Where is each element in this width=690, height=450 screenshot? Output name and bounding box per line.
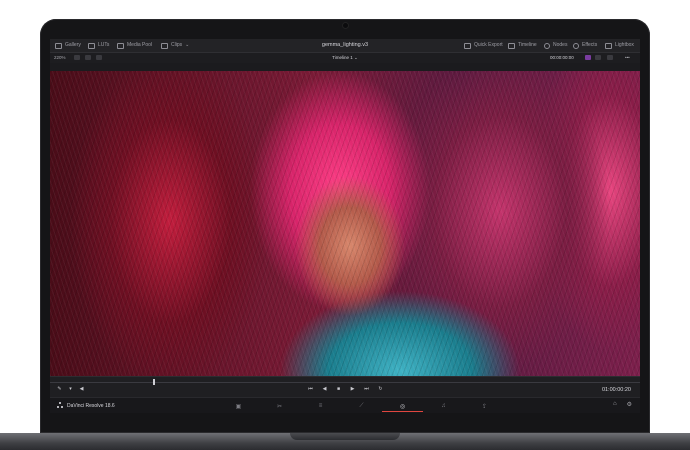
nodes-label: Nodes — [553, 42, 568, 48]
clips-label: Clips — [171, 42, 183, 48]
play-button[interactable]: ▶ — [350, 387, 355, 392]
effects-button[interactable]: Effects — [573, 39, 597, 52]
clips-icon — [161, 42, 168, 49]
gallery-label: Gallery — [65, 42, 81, 48]
fairlight-page-icon: ♫ — [441, 403, 446, 409]
media-pool-icon — [117, 42, 124, 49]
luts-icon — [88, 42, 95, 49]
video-viewer[interactable] — [50, 71, 640, 376]
fairlight-page-tab[interactable]: ♫ — [423, 401, 464, 411]
lightbox-icon — [605, 42, 612, 49]
step-back-button[interactable]: ◀ — [322, 387, 327, 392]
quick-export-label: Quick Export — [474, 42, 503, 48]
skip-back-button[interactable]: ⏮ — [308, 387, 313, 392]
eyedropper-icon[interactable]: ✎ — [57, 387, 62, 392]
timeline-name: Timeline 1 — [332, 55, 353, 60]
viewer-timecode: 00:00:00:00 — [550, 55, 574, 60]
lightbox-button[interactable]: Lightbox — [605, 39, 634, 52]
effects-label: Effects — [582, 42, 598, 48]
skip-forward-button[interactable]: ⏭ — [364, 387, 369, 392]
cut-page-icon: ✂ — [276, 403, 283, 410]
laptop-notch — [290, 433, 400, 440]
mark-icon[interactable]: ▾ — [68, 387, 73, 392]
nodes-icon — [544, 42, 550, 49]
home-icon[interactable]: ⌂ — [613, 401, 617, 408]
gallery-icon — [55, 42, 62, 49]
chevron-down-icon: ⌄ — [354, 55, 358, 60]
timeline-label: Timeline — [518, 42, 537, 48]
settings-icon[interactable] — [607, 55, 613, 60]
screen: Gallery LUTs Media Pool Clips ⌄ gemma_li… — [50, 39, 640, 413]
transport-timecode: 01:00:00:20 — [601, 387, 631, 393]
playhead-handle[interactable] — [153, 379, 155, 385]
export-icon — [464, 42, 471, 49]
color-page-icon: ◎ — [399, 403, 406, 410]
davinci-logo-icon — [57, 402, 64, 409]
edit-page-tab[interactable]: ≡ — [300, 401, 341, 411]
viewer-header: 220% Timeline 1 ⌄ 00:00:00:00 ••• — [50, 53, 640, 63]
gallery-button[interactable]: Gallery — [55, 39, 81, 52]
quick-export-button[interactable]: Quick Export — [464, 39, 503, 52]
deliver-page-tab[interactable]: ⇪ — [464, 401, 505, 411]
luts-button[interactable]: LUTs — [88, 39, 109, 52]
clips-button[interactable]: Clips ⌄ — [161, 39, 189, 52]
fusion-page-icon: ⟋ — [359, 402, 364, 409]
scrubber-track[interactable] — [50, 382, 640, 383]
stop-button[interactable]: ■ — [336, 387, 341, 392]
media-page-tab[interactable]: ▣ — [218, 401, 259, 411]
brand: DaVinci Resolve 18.6 — [57, 402, 115, 409]
audio-icon[interactable]: ◀ — [79, 387, 84, 392]
luts-label: LUTs — [98, 42, 110, 48]
timeline-icon — [508, 42, 515, 49]
nodes-button[interactable]: Nodes — [544, 39, 567, 52]
settings-gear-icon[interactable]: ⚙ — [627, 401, 632, 408]
monitor-icon[interactable] — [595, 55, 601, 60]
brand-label: DaVinci Resolve 18.6 — [67, 402, 115, 409]
effects-icon — [573, 42, 579, 49]
transport-bar: ✎ ▾ ◀ ⏮ ◀ ■ ▶ ⏭ ↻ 01:00:00:20 — [50, 376, 640, 397]
media-page-icon: ▣ — [235, 403, 242, 410]
timeline-button[interactable]: Timeline — [508, 39, 537, 52]
chevron-down-icon: ⌄ — [185, 42, 190, 48]
top-toolbar: Gallery LUTs Media Pool Clips ⌄ gemma_li… — [50, 39, 640, 53]
fusion-page-tab[interactable]: ⟋ — [341, 401, 382, 411]
color-page-tab[interactable]: ◎ — [382, 401, 423, 412]
page-tabs: ▣ ✂ ≡ ⟋ ◎ ♫ ⇪ — [218, 401, 505, 412]
deliver-page-icon: ⇪ — [481, 403, 488, 410]
edit-page-icon: ≡ — [318, 403, 323, 409]
page-navigation-bar: DaVinci Resolve 18.6 ▣ ✂ ≡ ⟋ ◎ ♫ ⇪ ⌂ ⚙ — [50, 397, 640, 413]
loop-button[interactable]: ↻ — [378, 387, 383, 392]
media-pool-label: Media Pool — [127, 42, 153, 48]
viewer-frame-image — [50, 71, 640, 376]
media-pool-button[interactable]: Media Pool — [117, 39, 152, 52]
lightbox-label: Lightbox — [615, 42, 634, 48]
camera-icon — [343, 23, 348, 28]
color-swatch-icon[interactable] — [585, 55, 591, 60]
more-icon[interactable]: ••• — [625, 53, 630, 63]
cut-page-tab[interactable]: ✂ — [259, 401, 300, 411]
